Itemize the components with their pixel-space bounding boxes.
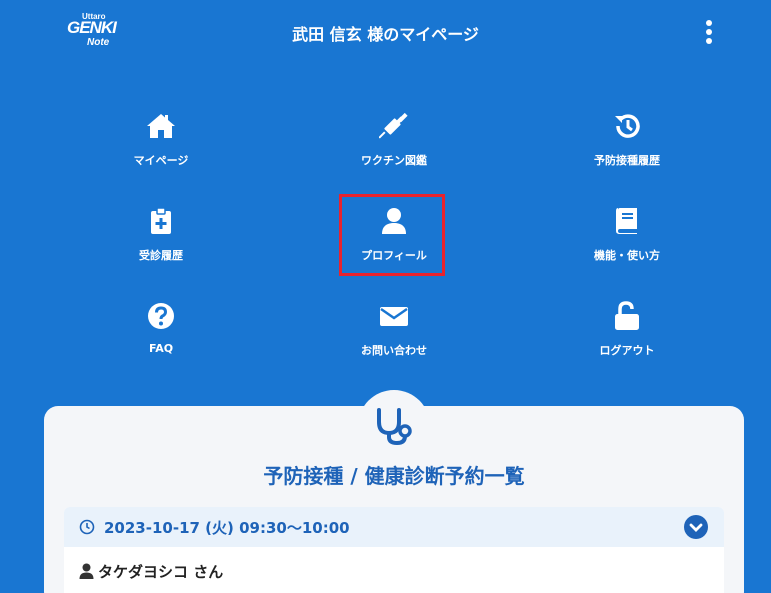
app-header: Uttaro GENKI Note 武田 信玄 様のマイページ <box>0 0 771 66</box>
appointment-item: 2023-10-17 (火) 09:30〜10:00 タケダヨシコ さん <box>64 507 724 593</box>
more-vertical-icon[interactable] <box>700 18 718 46</box>
highlight-box <box>339 194 445 276</box>
menu-label-contact: お問い合わせ <box>361 344 427 357</box>
stethoscope-icon <box>377 408 412 446</box>
menu-item-features-guide[interactable]: 機能・使い方 <box>537 205 717 281</box>
appointment-datetime: 2023-10-17 (火) 09:30〜10:00 <box>104 519 350 537</box>
book-icon <box>616 208 637 234</box>
menu-item-contact[interactable]: お問い合わせ <box>304 300 484 376</box>
patient-name: タケダヨシコ さん <box>98 563 224 581</box>
unlock-icon <box>615 301 639 330</box>
menu-label-consultation-history: 受診履歴 <box>139 249 183 262</box>
menu-label-faq: FAQ <box>148 342 174 355</box>
home-icon <box>147 114 175 138</box>
menu-label-logout: ログアウト <box>599 344 655 357</box>
envelope-icon <box>380 307 408 326</box>
clipboard-medical-icon <box>151 207 171 234</box>
menu-item-faq[interactable]: FAQ <box>71 300 251 376</box>
syringe-icon <box>379 112 408 139</box>
menu-item-logout[interactable]: ログアウト <box>537 300 717 376</box>
clock-icon <box>79 519 95 535</box>
menu-label-vaccine-guide: ワクチン図鑑 <box>361 154 427 167</box>
user-icon <box>79 563 94 579</box>
menu-item-consultation-history[interactable]: 受診履歴 <box>71 205 251 281</box>
menu-label-mypage: マイページ <box>133 154 189 167</box>
page-title: 武田 信玄 様のマイページ <box>292 25 479 44</box>
menu-item-vaccination-history[interactable]: 予防接種履歴 <box>537 110 717 186</box>
appointments-title: 予防接種 / 健康診断予約一覧 <box>263 464 525 488</box>
question-circle-icon <box>148 303 174 329</box>
menu-item-vaccine-guide[interactable]: ワクチン図鑑 <box>304 110 484 186</box>
menu-item-mypage[interactable]: マイページ <box>71 110 251 186</box>
history-icon <box>615 114 640 138</box>
menu-label-vaccination-history: 予防接種履歴 <box>594 154 660 167</box>
menu-label-features-guide: 機能・使い方 <box>594 249 660 262</box>
chevron-down-circle-icon[interactable] <box>684 515 708 539</box>
appointment-header[interactable]: 2023-10-17 (火) 09:30〜10:00 <box>64 507 724 547</box>
